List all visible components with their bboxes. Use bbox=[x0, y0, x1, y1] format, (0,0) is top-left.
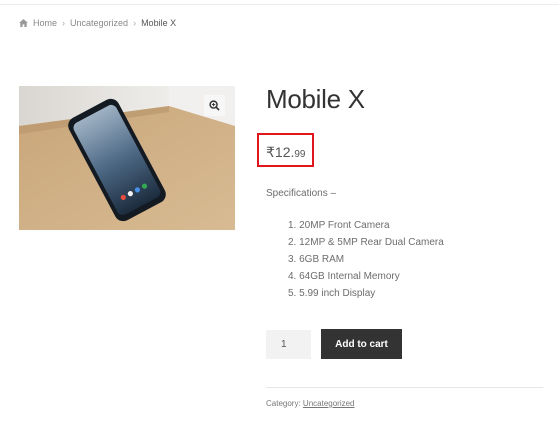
breadcrumb-separator: › bbox=[133, 18, 137, 28]
specifications-list: 1. 20MP Front Camera 2. 12MP & 5MP Rear … bbox=[288, 219, 444, 304]
meta-divider bbox=[266, 387, 543, 388]
category-label: Category: bbox=[266, 399, 301, 408]
specifications-heading: Specifications – bbox=[266, 188, 337, 199]
list-item: 5. 5.99 inch Display bbox=[288, 288, 376, 299]
breadcrumb-home-link[interactable]: Home bbox=[33, 18, 57, 28]
zoom-button[interactable] bbox=[204, 95, 225, 116]
list-item: 3. 6GB RAM bbox=[288, 254, 345, 265]
product-category: Category: Uncategorized bbox=[266, 399, 355, 408]
breadcrumb-current: Mobile X bbox=[141, 18, 177, 28]
quantity-input[interactable] bbox=[266, 330, 311, 359]
category-link[interactable]: Uncategorized bbox=[303, 399, 355, 408]
home-icon bbox=[19, 19, 28, 27]
product-page: Home › Uncategorized › Mobile X Mobile X… bbox=[0, 0, 559, 440]
product-image[interactable] bbox=[19, 86, 235, 230]
list-item: 1. 20MP Front Camera bbox=[288, 220, 390, 231]
breadcrumb-category-link[interactable]: Uncategorized bbox=[70, 18, 128, 28]
price-whole: ₹12. bbox=[266, 144, 295, 160]
list-item: 4. 64GB Internal Memory bbox=[288, 271, 400, 282]
breadcrumb-separator: › bbox=[62, 18, 66, 28]
product-title: Mobile X bbox=[266, 84, 365, 114]
product-price: ₹12.99 bbox=[266, 144, 306, 161]
header-divider bbox=[0, 4, 559, 5]
breadcrumb: Home › Uncategorized › Mobile X bbox=[19, 18, 176, 28]
product-photo bbox=[19, 86, 235, 230]
zoom-in-icon bbox=[209, 100, 220, 111]
list-item: 2. 12MP & 5MP Rear Dual Camera bbox=[288, 237, 444, 248]
add-to-cart-button[interactable]: Add to cart bbox=[321, 329, 402, 359]
price-decimal: 99 bbox=[294, 149, 306, 160]
